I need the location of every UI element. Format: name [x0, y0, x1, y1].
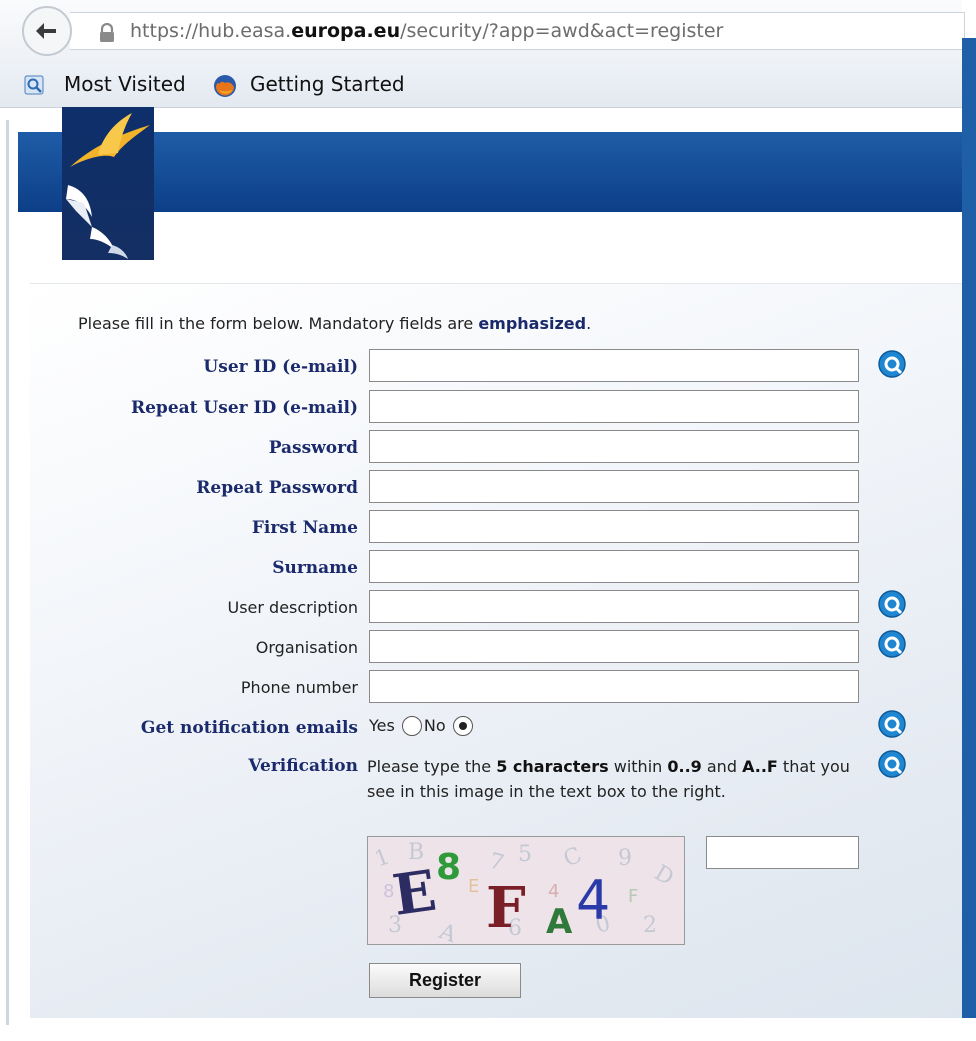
svg-text:C: C [560, 843, 586, 873]
first-name-label: First Name [251, 518, 358, 538]
easa-logo [62, 107, 154, 260]
captcha-image: 1 B 7 5 C 9 D 3 A 6 0 2 E 4 F 8 E 8 F A … [367, 836, 685, 945]
repeat-password-label: Repeat Password [196, 478, 358, 498]
phone-number-label: Phone number [240, 678, 358, 697]
help-icon[interactable] [877, 749, 907, 779]
address-field[interactable]: https://hub.easa.europa.eu/security/?app… [70, 12, 965, 50]
svg-text:4: 4 [548, 881, 559, 902]
svg-text:A: A [546, 902, 573, 942]
back-button[interactable] [22, 6, 72, 56]
register-button[interactable]: Register [369, 963, 521, 998]
password-input[interactable] [369, 430, 859, 463]
svg-text:2: 2 [643, 913, 657, 938]
svg-text:8: 8 [436, 847, 461, 888]
header-top-strip [18, 108, 962, 132]
help-icon[interactable] [877, 589, 907, 619]
repeat-password-input[interactable] [369, 470, 859, 503]
user-description-label: User description [227, 598, 358, 617]
password-label: Password [268, 438, 358, 458]
svg-text:F: F [486, 875, 526, 941]
notification-radio-group: Yes No [369, 716, 475, 736]
url-text: https://hub.easa.europa.eu/security/?app… [130, 20, 724, 42]
svg-text:D: D [650, 861, 678, 891]
window-edge [6, 120, 9, 1025]
repeat-user-id-label: Repeat User ID (e-mail) [130, 398, 358, 418]
yes-label: Yes [369, 716, 395, 735]
notification-no-radio[interactable] [452, 716, 473, 736]
notification-yes-radio[interactable] [401, 716, 422, 736]
notification-label: Get notification emails [140, 718, 358, 738]
no-label: No [423, 716, 446, 735]
user-description-input[interactable] [369, 590, 859, 623]
firefox-icon [214, 75, 236, 97]
svg-text:F: F [628, 886, 638, 907]
phone-number-input[interactable] [369, 670, 859, 703]
window-edge-bottom [30, 1018, 976, 1041]
help-icon[interactable] [877, 349, 907, 379]
help-icon[interactable] [877, 709, 907, 739]
verification-label: Verification [248, 756, 358, 776]
browser-url-bar: https://hub.easa.europa.eu/security/?app… [0, 0, 965, 62]
organisation-input[interactable] [369, 630, 859, 663]
surname-input[interactable] [369, 550, 859, 583]
svg-text:E: E [389, 858, 440, 929]
svg-text:4: 4 [576, 869, 610, 932]
captcha-input[interactable] [706, 836, 859, 869]
user-id-input[interactable] [369, 349, 859, 382]
verification-instructions: Please type the 5 characters within 0..9… [367, 757, 850, 801]
first-name-input[interactable] [369, 510, 859, 543]
back-arrow-icon [36, 23, 56, 39]
help-icon[interactable] [877, 629, 907, 659]
user-id-label: User ID (e-mail) [203, 357, 358, 377]
site-header-band [18, 132, 962, 212]
lock-icon [100, 23, 114, 42]
svg-text:9: 9 [618, 846, 632, 871]
repeat-user-id-input[interactable] [369, 390, 859, 423]
most-visited-icon [24, 75, 44, 95]
surname-label: Surname [272, 558, 358, 578]
bookmark-most-visited[interactable]: Most Visited [64, 72, 186, 96]
svg-text:5: 5 [518, 842, 532, 867]
svg-text:7: 7 [486, 849, 506, 877]
window-edge-right [962, 38, 976, 1023]
organisation-label: Organisation [255, 638, 358, 657]
bookmark-getting-started[interactable]: Getting Started [250, 72, 405, 96]
bookmarks-toolbar: Most Visited Getting Started [0, 62, 962, 108]
form-intro-text: Please fill in the form below. Mandatory… [78, 314, 592, 333]
svg-text:E: E [468, 876, 479, 897]
